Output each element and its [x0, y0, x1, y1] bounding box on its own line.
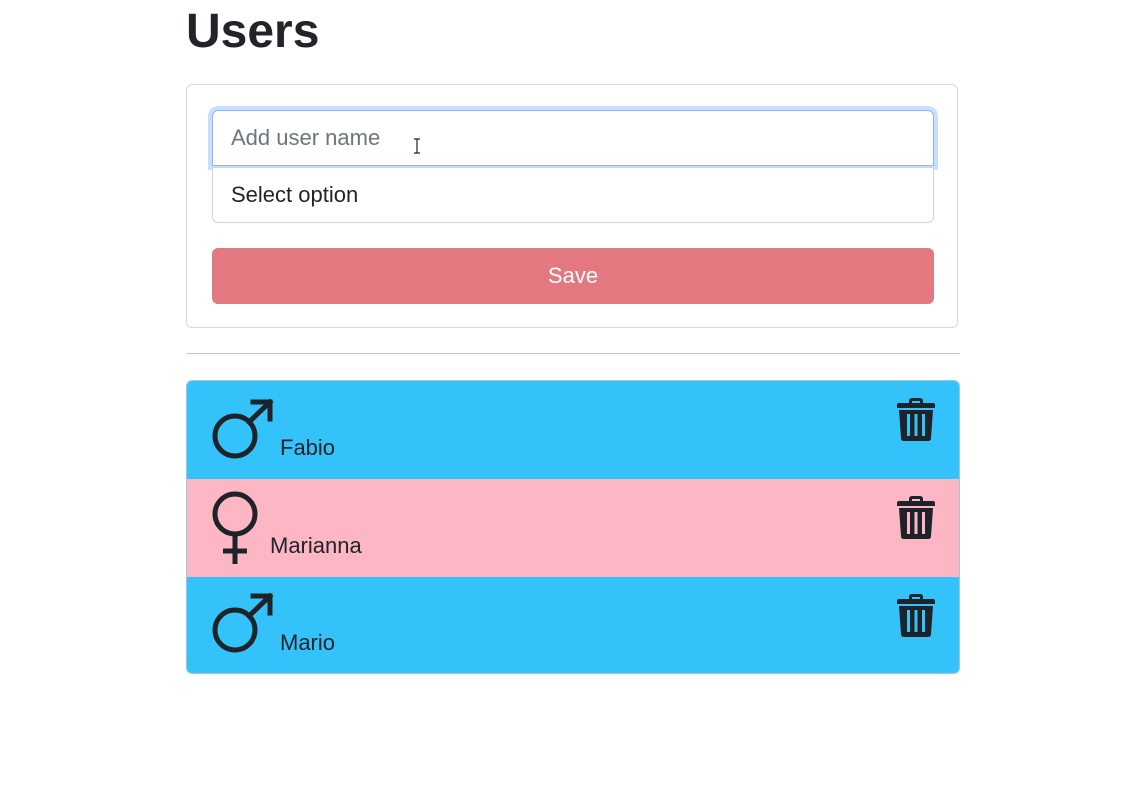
- add-user-form: Select option Save: [186, 84, 958, 328]
- male-symbol-icon: [212, 593, 274, 653]
- female-symbol-icon: [212, 491, 258, 564]
- gender-select[interactable]: Select option: [212, 167, 934, 223]
- user-name: Marianna: [270, 533, 362, 558]
- user-name: Fabio: [280, 435, 336, 460]
- divider: [186, 353, 960, 354]
- user-list: Fabio Marianna Mario: [186, 380, 960, 674]
- save-button[interactable]: Save: [212, 248, 934, 304]
- user-row: Mario: [187, 577, 959, 673]
- users-page: Users Select option Save Fabio: [0, 0, 1146, 812]
- user-name-input[interactable]: [212, 110, 934, 166]
- user-row: Fabio: [187, 381, 959, 479]
- user-row: Marianna: [187, 479, 959, 577]
- text-cursor-icon: [414, 138, 420, 154]
- trash-icon[interactable]: [897, 593, 935, 637]
- trash-icon[interactable]: [897, 397, 935, 441]
- male-symbol-icon: [212, 399, 274, 459]
- user-name: Mario: [280, 630, 336, 655]
- trash-icon[interactable]: [897, 495, 935, 539]
- page-title: Users: [186, 5, 320, 58]
